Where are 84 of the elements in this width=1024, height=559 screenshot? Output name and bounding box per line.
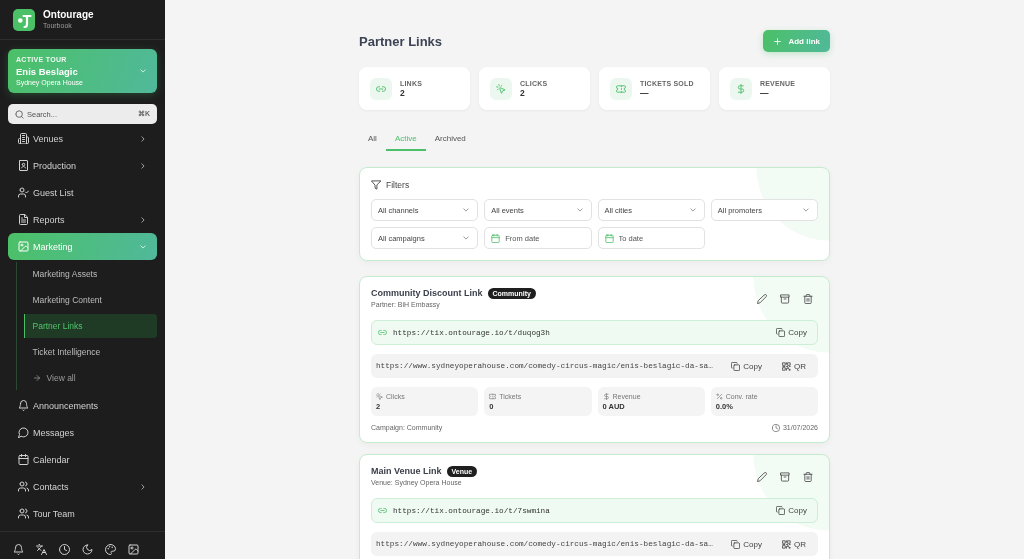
filter-tab[interactable]: Archived — [425, 127, 475, 151]
stat-value: 2 — [400, 87, 406, 98]
arrow-right-icon — [32, 374, 41, 382]
chevron-down-icon — [688, 206, 697, 214]
moon-icon[interactable] — [82, 544, 93, 555]
chevron-down-icon — [462, 234, 471, 242]
qr-code-icon — [782, 539, 791, 549]
chevron-down-icon — [139, 67, 147, 75]
dollar-sign-icon — [602, 392, 610, 400]
ticket-icon — [489, 392, 497, 400]
users-icon — [18, 481, 29, 492]
nav-item[interactable]: Tour Team — [8, 500, 157, 527]
stat-value: 2 — [520, 87, 526, 98]
translate-icon[interactable] — [36, 544, 47, 555]
image-icon — [18, 241, 29, 252]
nav-item[interactable]: Venues — [8, 125, 157, 152]
logo-icon — [13, 8, 35, 31]
copy-icon — [776, 328, 786, 337]
users-icon — [18, 508, 29, 519]
filter-tab[interactable]: All — [359, 127, 386, 151]
tour-name: Enis Beslagic — [16, 64, 79, 78]
palette-icon[interactable] — [105, 544, 116, 555]
nav-item[interactable]: Messages — [8, 419, 157, 446]
nav-item[interactable]: Reports — [8, 206, 157, 233]
copy-button[interactable]: Copy — [731, 361, 762, 371]
search-icon — [15, 109, 24, 119]
link-icon — [378, 506, 387, 515]
chat-bubble-icon — [18, 427, 29, 438]
link-title: Main Venue Link — [371, 466, 442, 476]
copy-button[interactable]: Copy — [776, 506, 807, 515]
bell-icon[interactable] — [13, 544, 24, 555]
link-icon — [370, 77, 392, 100]
user-check-icon — [18, 187, 29, 198]
chevron-down-icon — [462, 206, 471, 214]
dollar-sign-icon — [730, 77, 752, 100]
sub-nav-item[interactable]: Partner Links — [24, 314, 157, 338]
cursor-click-icon — [376, 392, 383, 400]
trash-icon[interactable] — [803, 471, 813, 482]
plus-icon — [773, 36, 783, 46]
clock-icon[interactable] — [59, 544, 70, 555]
sub-nav-item[interactable]: Marketing Content — [24, 288, 157, 312]
image-icon[interactable] — [128, 544, 139, 555]
ticket-icon — [610, 77, 632, 100]
sub-nav-item[interactable]: Marketing Assets — [24, 262, 157, 286]
stat-value: — — [760, 87, 770, 98]
chevron-down-icon — [575, 206, 584, 214]
trash-icon[interactable] — [803, 293, 813, 304]
archive-icon[interactable] — [780, 471, 790, 482]
brand-name: Ontourage — [43, 9, 94, 21]
calendar-icon — [491, 233, 501, 243]
chevron-down-icon — [802, 206, 810, 214]
copy-icon — [731, 361, 741, 371]
clock-icon — [771, 423, 780, 432]
qr-code-icon — [782, 361, 791, 371]
percent-icon — [715, 392, 723, 400]
nav-item[interactable]: Guest List — [8, 179, 157, 206]
copy-button[interactable]: Copy — [776, 328, 807, 337]
qr-button[interactable]: QR — [782, 539, 806, 549]
pencil-icon[interactable] — [757, 293, 767, 304]
nav-item[interactable]: Calendar — [8, 446, 157, 473]
document-icon — [18, 214, 29, 225]
view-all-link[interactable]: View all — [24, 366, 157, 390]
calendar-icon — [604, 233, 614, 243]
calendar-icon — [18, 454, 29, 465]
pencil-icon[interactable] — [757, 471, 767, 482]
framed-picture-icon — [18, 160, 29, 171]
copy-icon — [731, 539, 741, 549]
copy-icon — [776, 506, 786, 515]
building-icon — [18, 133, 29, 144]
page-title: Partner Links — [359, 33, 443, 49]
filter-icon — [371, 180, 381, 190]
filters-title: Filters — [386, 180, 410, 190]
cursor-click-icon — [490, 77, 512, 100]
stat-value: — — [640, 87, 650, 98]
link-icon — [378, 328, 387, 337]
link-title: Community Discount Link — [371, 288, 483, 298]
nav-item[interactable]: Production — [8, 152, 157, 179]
nav-item[interactable]: Announcements — [8, 392, 157, 419]
bell-icon — [18, 400, 29, 411]
nav-item[interactable]: Contacts — [8, 473, 157, 500]
archive-icon[interactable] — [780, 293, 790, 304]
qr-button[interactable]: QR — [782, 361, 806, 371]
sub-nav-item[interactable]: Ticket Intelligence — [24, 340, 157, 364]
copy-button[interactable]: Copy — [731, 539, 762, 549]
